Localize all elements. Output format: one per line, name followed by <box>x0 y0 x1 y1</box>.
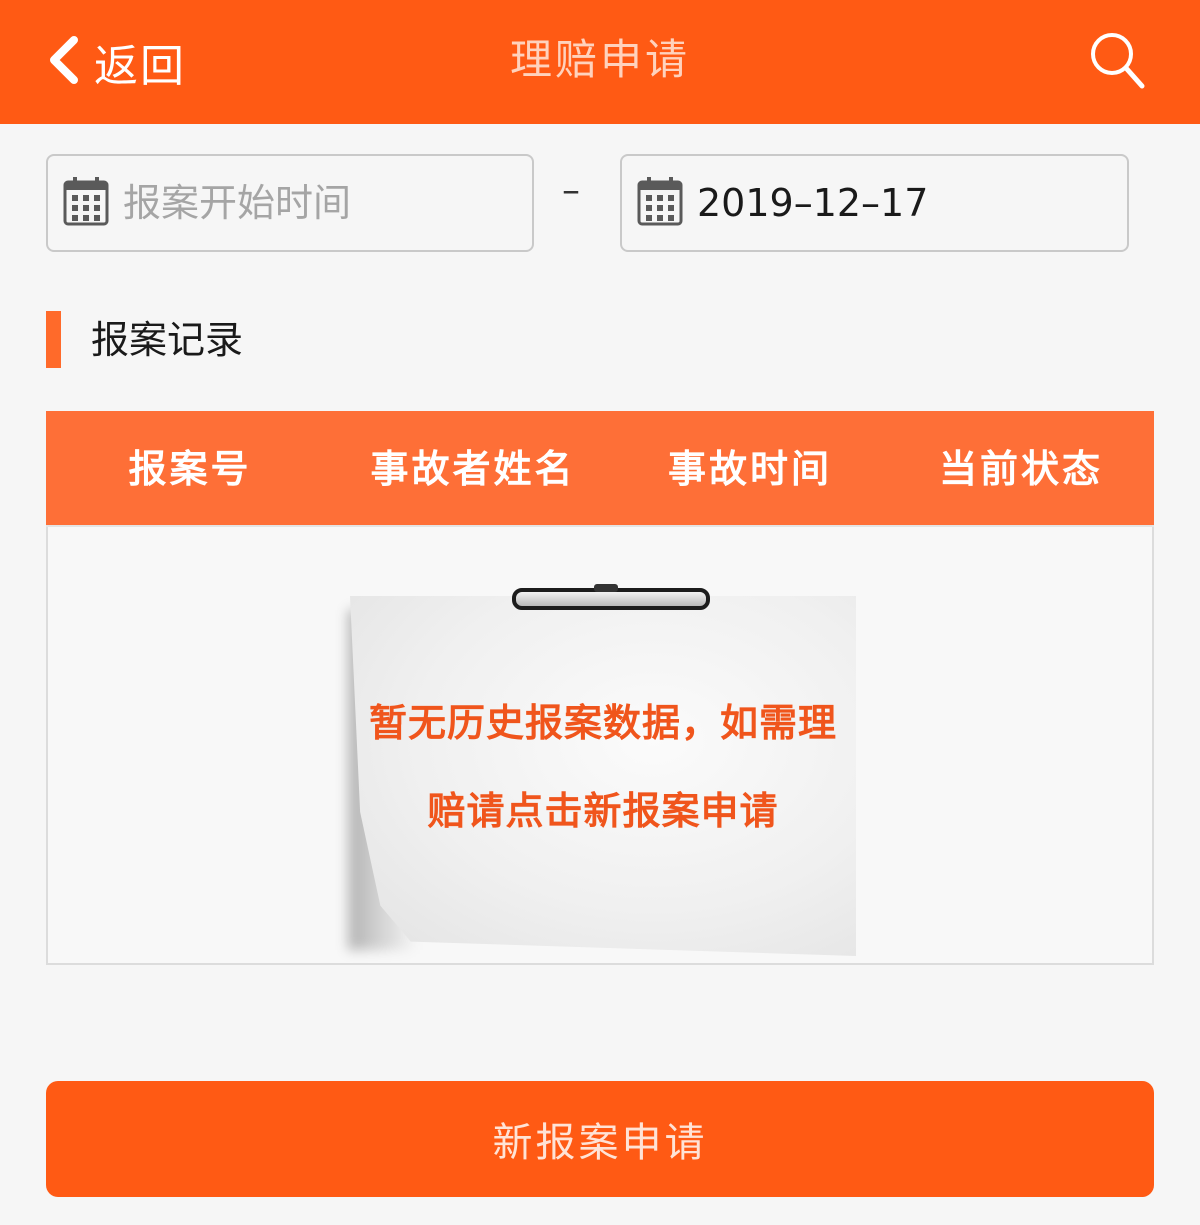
clipboard-clip-knob <box>594 584 618 592</box>
empty-state-clipboard-illustration <box>350 596 856 956</box>
empty-state-message-line-2: 赔请点击新报案申请 <box>427 789 779 833</box>
section-title: 报案记录 <box>91 318 244 362</box>
column-header-victim-name[interactable]: 事故者姓名 <box>370 411 575 527</box>
empty-state-message-line-1: 暂无历史报案数据，如需理 <box>368 701 837 745</box>
page-title: 理赔申请 <box>509 35 690 84</box>
start-date-field[interactable] <box>46 154 534 252</box>
date-range-separator: – <box>562 170 580 211</box>
claim-application-page: 返回 理赔申请 报案开始时间 – 2019–12–17 报案记录 报案号 事故者… <box>0 0 1200 1225</box>
column-header-report-number[interactable]: 报案号 <box>128 411 251 527</box>
column-header-accident-time[interactable]: 事故时间 <box>668 411 832 527</box>
section-accent-bar <box>46 311 61 368</box>
end-date-input[interactable] <box>697 181 1077 225</box>
column-header-current-status[interactable]: 当前状态 <box>939 411 1103 527</box>
calendar-icon <box>622 176 683 230</box>
top-nav-bar: 返回 理赔申请 <box>0 0 1200 124</box>
start-date-input[interactable] <box>123 181 503 225</box>
table-header: 报案号 事故者姓名 事故时间 当前状态 <box>46 411 1154 527</box>
search-icon <box>1088 33 1148 94</box>
end-date-field[interactable] <box>620 154 1129 252</box>
new-claim-button[interactable]: 新报案申请 <box>46 1081 1154 1197</box>
search-button[interactable] <box>1088 30 1148 90</box>
calendar-icon <box>48 176 109 230</box>
